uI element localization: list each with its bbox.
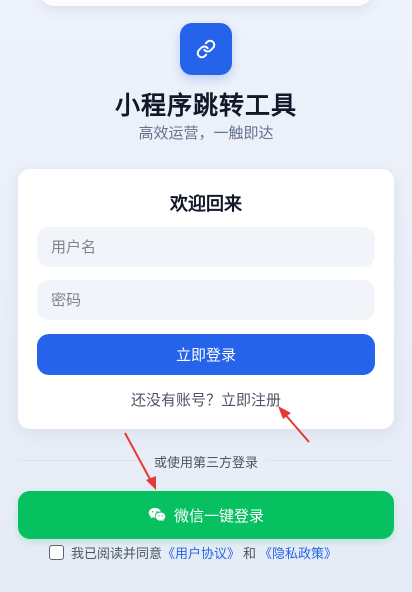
privacy-policy-link[interactable]: 《隐私政策》 <box>259 543 337 562</box>
agreement-checkbox[interactable] <box>49 544 64 560</box>
wechat-icon <box>148 507 166 522</box>
wechat-login-button[interactable]: 微信一键登录 <box>18 491 394 539</box>
username-input[interactable] <box>37 227 375 267</box>
app-title: 小程序跳转工具 <box>114 91 297 120</box>
login-button[interactable]: 立即登录 <box>37 334 375 375</box>
agreement-prefix: 我已阅读并同意 <box>71 546 163 562</box>
third-party-divider-text: 或使用第三方登录 <box>145 456 266 471</box>
login-card-title: 欢迎回来 <box>170 194 242 215</box>
app-logo <box>180 23 232 75</box>
app-subtitle: 高效运营，一触即达 <box>138 124 274 142</box>
register-link[interactable]: 立即注册 <box>221 391 281 409</box>
login-card: 欢迎回来 立即登录 还没有账号？立即注册 <box>18 169 394 429</box>
password-input[interactable] <box>37 280 375 320</box>
register-row: 还没有账号？立即注册 <box>18 389 394 410</box>
agreement-row: 我已阅读并同意 《用户协议》 和 《隐私政策》 <box>49 543 337 562</box>
agreement-conjunction: 和 <box>243 546 257 562</box>
register-prompt: 还没有账号？ <box>130 391 221 409</box>
link-icon <box>196 39 216 59</box>
user-agreement-link[interactable]: 《用户协议》 <box>162 543 240 562</box>
top-panel-edge <box>40 0 372 6</box>
third-party-divider: 或使用第三方登录 <box>0 452 412 471</box>
wechat-login-label: 微信一键登录 <box>173 506 264 525</box>
